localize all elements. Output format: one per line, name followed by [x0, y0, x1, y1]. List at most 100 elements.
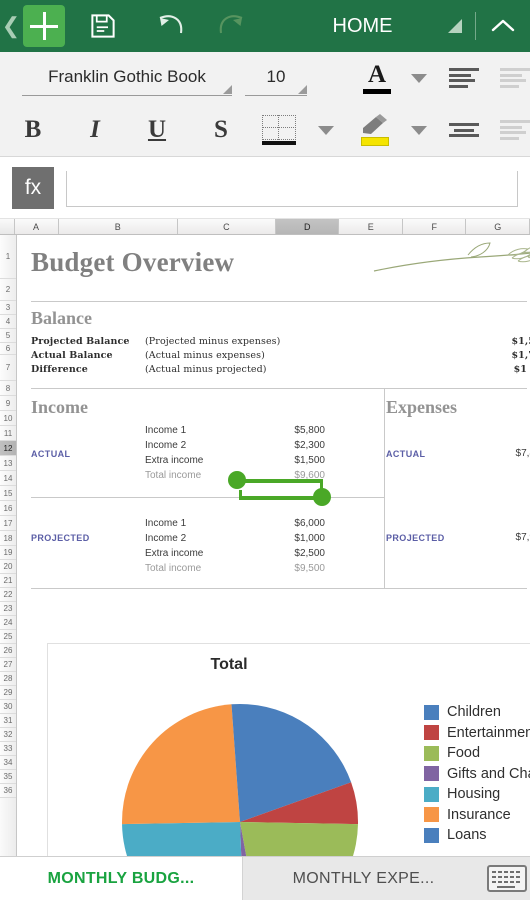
- align-justify-button[interactable]: [500, 104, 530, 156]
- row-header-20[interactable]: 20: [0, 560, 16, 574]
- insert-function-button[interactable]: fx: [12, 167, 54, 209]
- row-header-2[interactable]: 2: [0, 279, 16, 301]
- divider: [31, 497, 384, 498]
- new-document-button[interactable]: [23, 5, 65, 47]
- column-header-a[interactable]: A: [14, 219, 59, 234]
- highlight-button[interactable]: [353, 104, 397, 156]
- ribbon-row-1: Franklin Gothic Book 10 A: [0, 52, 530, 104]
- row-header-8[interactable]: 8: [0, 381, 16, 396]
- row-header-7[interactable]: 7: [0, 355, 16, 381]
- row-header-22[interactable]: 22: [0, 588, 16, 602]
- row-header-13[interactable]: 13: [0, 456, 16, 471]
- row-header-35[interactable]: 35: [0, 770, 16, 784]
- row-header-30[interactable]: 30: [0, 700, 16, 714]
- row-header-6[interactable]: 6: [0, 343, 16, 355]
- row-header-17[interactable]: 17: [0, 516, 16, 531]
- column-header-c[interactable]: C: [177, 219, 276, 234]
- column-header-b[interactable]: B: [58, 219, 178, 234]
- row-header-29[interactable]: 29: [0, 686, 16, 700]
- row-header-26[interactable]: 26: [0, 644, 16, 658]
- chart-object[interactable]: Total Children Entertainment Food Gifts and…: [47, 643, 530, 856]
- income-actual-value-0: $5,800: [294, 425, 325, 436]
- selection-handle-end[interactable]: [313, 488, 331, 506]
- borders-dropdown[interactable]: [310, 104, 342, 156]
- font-name-select[interactable]: Franklin Gothic Book: [22, 60, 232, 96]
- row-header-14[interactable]: 14: [0, 471, 16, 486]
- row-header-28[interactable]: 28: [0, 672, 16, 686]
- column-header-e[interactable]: E: [339, 219, 403, 234]
- row-header-31[interactable]: 31: [0, 714, 16, 728]
- formula-input[interactable]: [66, 171, 518, 207]
- row-header-3[interactable]: 3: [0, 301, 16, 315]
- select-all-corner[interactable]: [0, 219, 15, 234]
- pie-slice-insurance: [122, 704, 240, 825]
- row-header-36[interactable]: 36: [0, 784, 16, 798]
- borders-button[interactable]: [259, 104, 299, 156]
- income-projected-value-3: $9,500: [294, 563, 325, 574]
- save-button[interactable]: [77, 0, 129, 52]
- highlighter-icon: [358, 114, 392, 146]
- legend-swatch-icon: [424, 807, 439, 823]
- column-header-d[interactable]: D: [275, 219, 340, 234]
- row-header-19[interactable]: 19: [0, 546, 16, 560]
- row-header-23[interactable]: 23: [0, 602, 16, 616]
- keyboard-toggle-button[interactable]: [484, 857, 530, 900]
- strikethrough-button[interactable]: S: [196, 104, 246, 156]
- row-header-25[interactable]: 25: [0, 630, 16, 644]
- row-header-12[interactable]: 12: [0, 441, 16, 456]
- sheet-canvas[interactable]: Budget Overview Balance Projected Balanc…: [17, 235, 530, 856]
- redo-button[interactable]: [205, 0, 257, 52]
- row-header-16[interactable]: 16: [0, 501, 16, 516]
- collapse-ribbon-button[interactable]: [486, 9, 520, 43]
- align-right-button[interactable]: [500, 52, 530, 104]
- ribbon-tab-title[interactable]: HOME: [295, 15, 430, 38]
- row-header-11[interactable]: 11: [0, 426, 16, 441]
- row-header-10[interactable]: 10: [0, 411, 16, 426]
- sheet-tab-monthly-expenses[interactable]: MONTHLY EXPE...: [242, 857, 484, 900]
- income-actual-tag: ACTUAL: [31, 449, 71, 459]
- row-header-4[interactable]: 4: [0, 315, 16, 329]
- borders-icon: [262, 115, 296, 145]
- triangle-expand-icon[interactable]: [444, 16, 464, 36]
- legend-swatch-icon: [424, 766, 439, 782]
- align-center-button[interactable]: [447, 104, 481, 156]
- highlight-dropdown[interactable]: [403, 104, 435, 156]
- row-header-9[interactable]: 9: [0, 396, 16, 411]
- column-header-g[interactable]: G: [466, 219, 530, 234]
- row-header-21[interactable]: 21: [0, 574, 16, 588]
- row-header-15[interactable]: 15: [0, 486, 16, 501]
- sheet-tab-label: MONTHLY BUDG...: [47, 869, 195, 887]
- column-header-f[interactable]: F: [402, 219, 467, 234]
- olive-branch-decoration: [373, 242, 530, 272]
- expenses-actual-value: $7,8: [515, 448, 530, 459]
- row-header-1[interactable]: 1: [0, 235, 16, 279]
- selection-range-bottom-cap: [239, 490, 242, 500]
- column-header-row: ABCDEFG: [0, 219, 530, 235]
- back-chevron-icon[interactable]: ❮: [0, 0, 22, 52]
- selection-handle-start[interactable]: [228, 471, 246, 489]
- undo-button[interactable]: [145, 0, 197, 52]
- bold-button[interactable]: B: [8, 104, 58, 156]
- legend-item: Entertainment: [424, 723, 530, 744]
- row-header-5[interactable]: 5: [0, 329, 16, 343]
- row-header-27[interactable]: 27: [0, 658, 16, 672]
- legend-item: Housing: [424, 784, 530, 805]
- dropdown-corner-icon: [298, 85, 307, 94]
- balance-label-0: Projected Balance: [31, 336, 130, 347]
- font-color-button[interactable]: A: [355, 52, 399, 104]
- underline-button[interactable]: U: [132, 104, 182, 156]
- row-header-18[interactable]: 18: [0, 531, 16, 546]
- font-color-dropdown[interactable]: [403, 52, 435, 104]
- font-size-select[interactable]: 10: [245, 60, 307, 96]
- row-header-24[interactable]: 24: [0, 616, 16, 630]
- align-left-button[interactable]: [447, 52, 481, 104]
- divider: [31, 388, 527, 389]
- sheet-tab-monthly-budget[interactable]: MONTHLY BUDG...: [0, 857, 242, 900]
- row-header-32[interactable]: 32: [0, 728, 16, 742]
- italic-button[interactable]: I: [70, 104, 120, 156]
- row-header-34[interactable]: 34: [0, 756, 16, 770]
- row-header-33[interactable]: 33: [0, 742, 16, 756]
- font-color-swatch: [363, 89, 391, 94]
- balance-label-2: Difference: [31, 364, 88, 375]
- expenses-heading: Expenses: [386, 397, 458, 417]
